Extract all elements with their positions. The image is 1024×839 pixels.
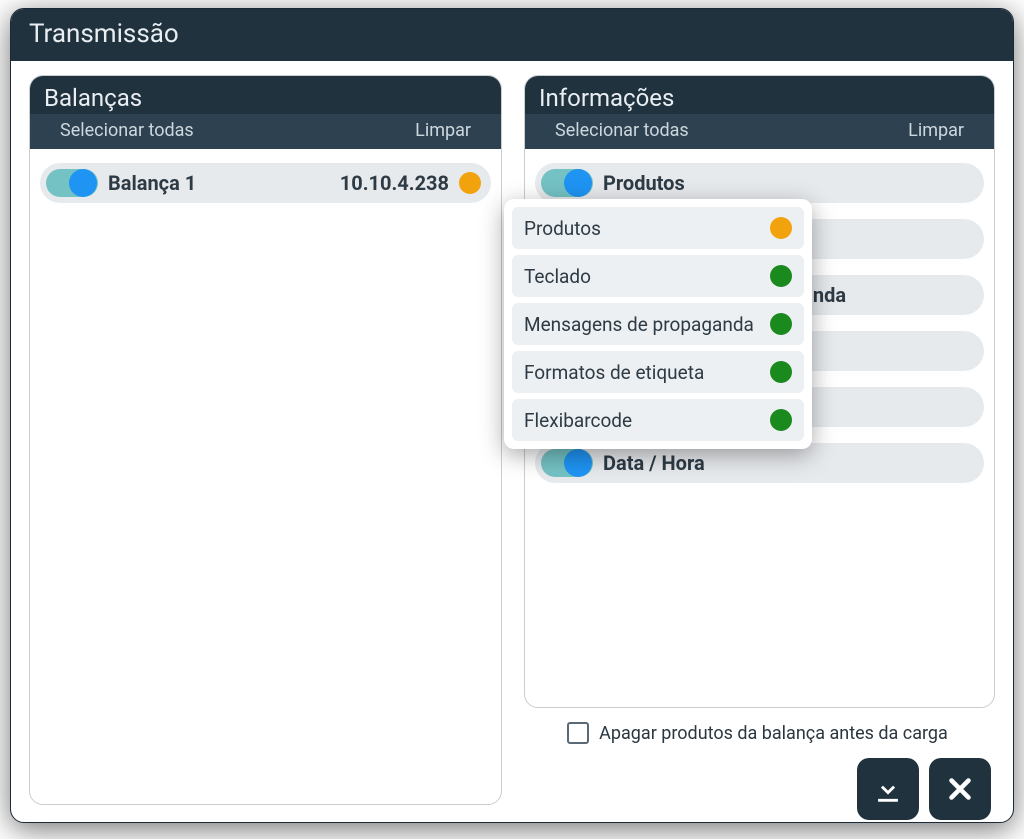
popup-label: Flexibarcode [524, 409, 632, 432]
popup-status-dot [770, 361, 792, 383]
popup-label: Produtos [524, 217, 601, 240]
popup-row[interactable]: Produtos [512, 207, 804, 249]
balanca-toggle[interactable] [46, 169, 98, 197]
info-row[interactable]: Produtos [535, 163, 984, 203]
info-toggle[interactable] [541, 169, 593, 197]
popup-label: Formatos de etiqueta [524, 361, 704, 384]
balancas-clear[interactable]: Limpar [415, 120, 471, 141]
status-popup: Produtos Teclado Mensagens de propaganda… [504, 199, 812, 449]
popup-label: Mensagens de propaganda [524, 313, 754, 336]
close-button[interactable] [929, 758, 991, 820]
popup-label: Teclado [524, 265, 591, 288]
balanca-row[interactable]: Balança 1 10.10.4.238 [40, 163, 491, 203]
download-button[interactable] [857, 758, 919, 820]
window-title: Transmissão [11, 9, 1013, 61]
balancas-header: Balanças Selecionar todas Limpar [30, 76, 501, 149]
delete-products-checkbox-row[interactable]: Apagar produtos da balança antes da carg… [567, 722, 948, 744]
balancas-panel: Balanças Selecionar todas Limpar Balança… [29, 75, 502, 805]
balanca-name: Balança 1 [108, 171, 340, 195]
informacoes-title: Informações [539, 84, 980, 112]
download-icon [871, 772, 905, 806]
balancas-title: Balanças [44, 84, 487, 112]
popup-row[interactable]: Mensagens de propaganda [512, 303, 804, 345]
info-label: Produtos [603, 171, 974, 195]
balancas-subheader: Selecionar todas Limpar [30, 114, 501, 149]
delete-products-label: Apagar produtos da balança antes da carg… [599, 723, 948, 744]
delete-products-checkbox[interactable] [567, 722, 589, 744]
informacoes-clear[interactable]: Limpar [908, 120, 964, 141]
action-buttons [857, 758, 991, 820]
balancas-select-all[interactable]: Selecionar todas [60, 120, 194, 141]
info-label: Data / Hora [603, 451, 974, 475]
info-toggle[interactable] [541, 449, 593, 477]
footer-area: Apagar produtos da balança antes da carg… [524, 722, 995, 820]
popup-status-dot [770, 313, 792, 335]
popup-row[interactable]: Teclado [512, 255, 804, 297]
popup-status-dot [770, 217, 792, 239]
informacoes-subheader: Selecionar todas Limpar [525, 114, 994, 149]
transmission-window: Transmissão Balanças Selecionar todas Li… [10, 8, 1014, 823]
informacoes-header: Informações Selecionar todas Limpar [525, 76, 994, 149]
balanca-status-dot [459, 172, 481, 194]
balancas-body: Balança 1 10.10.4.238 [30, 149, 501, 804]
popup-row[interactable]: Flexibarcode [512, 399, 804, 441]
info-row[interactable]: Data / Hora [535, 443, 984, 483]
popup-status-dot [770, 265, 792, 287]
balanca-ip: 10.10.4.238 [340, 171, 449, 195]
informacoes-select-all[interactable]: Selecionar todas [555, 120, 689, 141]
close-icon [943, 772, 977, 806]
popup-status-dot [770, 409, 792, 431]
popup-row[interactable]: Formatos de etiqueta [512, 351, 804, 393]
